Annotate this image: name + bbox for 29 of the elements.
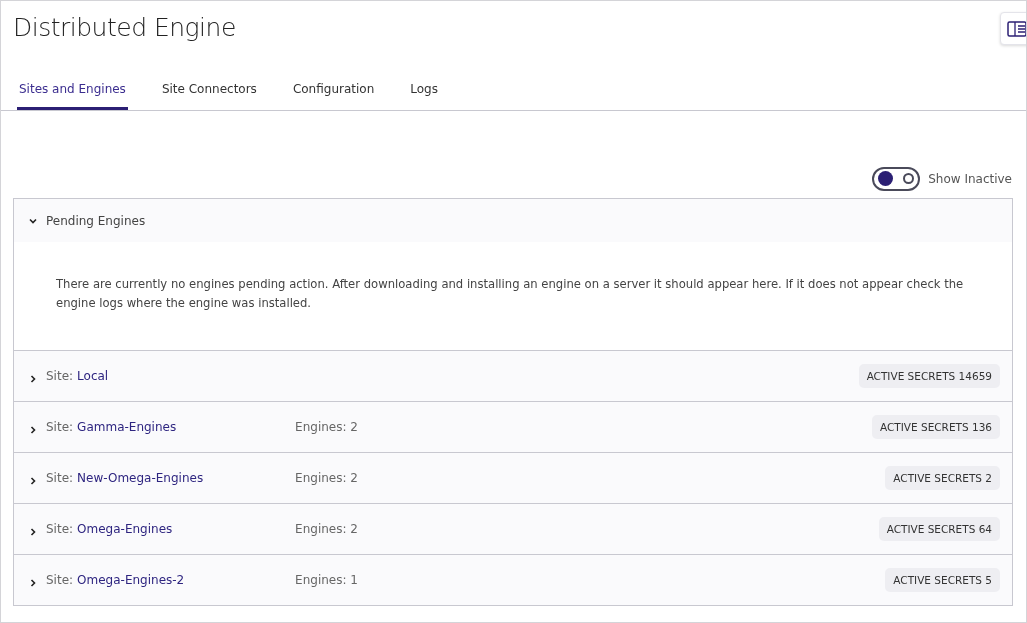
tab[interactable]: Site Connectors <box>159 82 259 110</box>
site-label: Site: <box>46 420 74 434</box>
site-label: Site: <box>46 522 74 536</box>
active-secrets-badge: ACTIVE SECRETS 2 <box>885 466 1000 490</box>
active-secrets-badge: ACTIVE SECRETS 5 <box>885 568 1000 592</box>
tab[interactable]: Configuration <box>290 82 377 110</box>
tab[interactable]: Logs <box>408 82 440 110</box>
active-secrets-badge: ACTIVE SECRETS 136 <box>872 415 1000 439</box>
engines-count: Engines: 2 <box>295 522 358 536</box>
site-name-link[interactable]: Omega-Engines-2 <box>77 573 296 587</box>
site-name-link[interactable]: Gamma-Engines <box>77 420 296 434</box>
engines-count: Engines: 1 <box>295 573 358 587</box>
side-panel-icon <box>1007 20 1026 37</box>
site-label: Site: <box>46 573 74 587</box>
tab[interactable]: Sites and Engines <box>17 82 128 110</box>
site-name-link[interactable]: New-Omega-Engines <box>77 471 296 485</box>
engines-count: Engines: 2 <box>295 420 358 434</box>
pending-engines-header[interactable]: Pending Engines <box>14 199 1012 242</box>
side-panel-button[interactable] <box>1000 12 1026 45</box>
site-label: Site: <box>46 471 74 485</box>
engines-count: Engines: 2 <box>295 471 358 485</box>
toggle-ring <box>903 173 915 184</box>
site-label: Site: <box>46 369 74 383</box>
site-name-link[interactable]: Local <box>77 369 296 383</box>
active-secrets-badge: ACTIVE SECRETS 14659 <box>858 364 1000 388</box>
page-title: Distributed Engine <box>13 12 236 44</box>
toggle-label: Show Inactive <box>928 171 1012 186</box>
site-name-link[interactable]: Omega-Engines <box>77 522 296 536</box>
active-secrets-badge: ACTIVE SECRETS 64 <box>878 517 1000 541</box>
